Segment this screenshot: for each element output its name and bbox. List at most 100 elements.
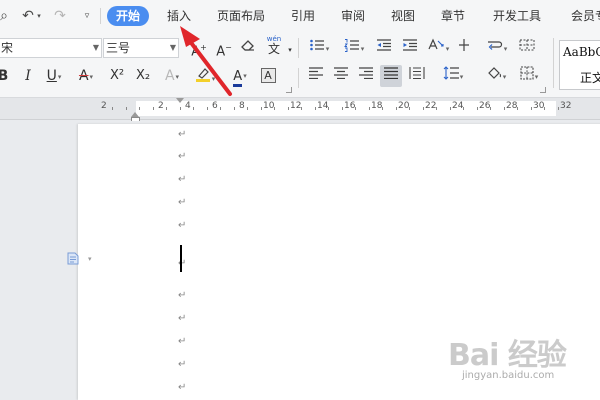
ruler-tick xyxy=(396,107,397,110)
bold-button[interactable]: B xyxy=(0,66,10,86)
line-break-button[interactable]: ▾ xyxy=(484,38,510,58)
subscript-button[interactable]: X₂ xyxy=(132,66,154,86)
tab-insert[interactable]: 插入 xyxy=(167,6,191,26)
grow-font-icon: A xyxy=(191,44,201,60)
ruler-tick xyxy=(477,107,478,110)
ruler-tick xyxy=(274,107,275,110)
grow-font-button[interactable]: A+ xyxy=(188,38,210,60)
horizontal-ruler[interactable]: 2 2 4 6 8 10 12 14 16 18 20 22 24 26 28 30 32 xyxy=(0,98,600,120)
ruler-label: 6 xyxy=(212,101,218,111)
paragraph-handle-icon[interactable] xyxy=(67,252,79,265)
numbered-list-button[interactable]: ▾ xyxy=(341,38,367,58)
decrease-indent-button[interactable] xyxy=(374,38,394,58)
italic-button[interactable]: I xyxy=(16,66,40,86)
ruler-label: 24 xyxy=(452,101,464,111)
redo-icon[interactable]: ↷ xyxy=(52,7,68,25)
underline-button[interactable]: U▾ xyxy=(40,66,68,86)
paragraph-mark: ↵ xyxy=(178,313,187,324)
ruler-tick xyxy=(531,107,532,110)
align-right-icon xyxy=(359,67,373,80)
ruler-label: 26 xyxy=(479,101,491,111)
paragraph-mark: ↵ xyxy=(178,382,187,393)
line-spacing-button[interactable]: ▾ xyxy=(438,66,468,86)
ruler-tick xyxy=(409,107,410,110)
tab-page-layout[interactable]: 页面布局 xyxy=(217,6,265,26)
justify-button[interactable] xyxy=(380,65,402,87)
shading-button[interactable]: ▾ xyxy=(482,66,510,86)
text-direction-button[interactable]: ▾ xyxy=(424,38,452,58)
ruler-tick xyxy=(261,107,262,110)
highlight-button[interactable]: ▾ xyxy=(190,66,220,86)
tab-references[interactable]: 引用 xyxy=(291,6,315,26)
ruler-tick xyxy=(207,107,208,110)
paragraph-mark: ↵ xyxy=(178,359,187,370)
chinese-layout-button[interactable] xyxy=(457,38,471,58)
separator xyxy=(298,38,299,58)
ruler-tick xyxy=(436,107,437,110)
increase-indent-button[interactable] xyxy=(400,38,420,58)
tab-member[interactable]: 会员专 xyxy=(571,6,600,26)
ruler-tick xyxy=(126,107,127,110)
ruler-tick xyxy=(153,107,154,110)
ruler-label: 30 xyxy=(533,101,545,111)
ruler-label: 20 xyxy=(398,101,410,111)
ruler-tick xyxy=(382,107,383,110)
indent-icon xyxy=(403,39,417,51)
bullet-list-button[interactable]: ▾ xyxy=(306,38,332,58)
char-shading-button[interactable]: A xyxy=(258,66,278,86)
chevron-down-icon[interactable]: ▿ xyxy=(80,7,94,25)
align-left-button[interactable] xyxy=(305,66,327,86)
font-color-icon: A xyxy=(233,69,243,87)
borders-button[interactable]: ▾ xyxy=(514,66,544,86)
paragraph-mark: ↵ xyxy=(178,174,187,185)
undo-dropdown-icon[interactable]: ▾ xyxy=(34,7,44,25)
separator xyxy=(553,38,554,88)
chevron-down-icon[interactable]: ▾ xyxy=(88,255,92,263)
text-effect-button[interactable]: A▾ xyxy=(158,66,186,86)
clear-format-button[interactable] xyxy=(238,38,258,58)
style-normal-card[interactable]: AaBbC 正文 xyxy=(559,40,600,90)
align-right-button[interactable] xyxy=(355,66,377,86)
font-dialog-launcher[interactable] xyxy=(286,87,292,93)
text-direction-icon xyxy=(428,38,444,50)
pinyin-guide-button[interactable]: wén 文 xyxy=(262,35,286,56)
first-line-indent-marker[interactable] xyxy=(176,98,184,103)
ribbon: 宋 ▼ 三号 ▼ A+ A− wén 文 ▾ ▾ ▾ ▾ ▾ B I U▾ A▾… xyxy=(0,32,600,98)
print-preview-icon[interactable]: ⌕ xyxy=(0,7,12,25)
tab-home[interactable]: 开始 xyxy=(107,6,150,26)
strikethrough-button[interactable]: A▾ xyxy=(72,66,100,86)
paragraph-mark: ↵ xyxy=(178,220,187,231)
ruler-tick xyxy=(517,107,518,110)
ruler-label: 32 xyxy=(560,101,572,111)
tab-review[interactable]: 审阅 xyxy=(341,6,365,26)
ruler-tick xyxy=(234,107,235,110)
ruler-label: 10 xyxy=(263,101,275,111)
font-family-select[interactable]: 宋 ▼ xyxy=(0,38,102,58)
chevron-down-icon[interactable]: ▾ xyxy=(286,40,294,60)
ruler-tick xyxy=(112,107,113,110)
shrink-font-button[interactable]: A− xyxy=(213,38,235,59)
borders-icon xyxy=(520,66,534,80)
chevron-down-icon: ▼ xyxy=(92,43,99,52)
tab-chapter[interactable]: 章节 xyxy=(441,6,465,26)
font-color-button[interactable]: A▾ xyxy=(225,66,255,87)
paragraph-dialog-launcher[interactable] xyxy=(540,87,546,93)
paragraph-mark: ↵ xyxy=(178,151,187,162)
paragraph-mark: ↵ xyxy=(178,197,187,208)
font-size-select[interactable]: 三号 ▼ xyxy=(103,38,179,58)
paragraph-mark: ↵ xyxy=(178,129,187,140)
table-grid-button[interactable] xyxy=(516,38,538,58)
ruler-label: 28 xyxy=(506,101,518,111)
underline-icon: U xyxy=(46,68,57,84)
chevron-down-icon: ▼ xyxy=(169,43,176,52)
tab-developer[interactable]: 开发工具 xyxy=(493,6,541,26)
char-shading-icon: A xyxy=(260,68,276,83)
numbered-list-icon xyxy=(343,39,359,52)
superscript-button[interactable]: X² xyxy=(106,66,128,86)
distributed-align-button[interactable] xyxy=(406,66,428,86)
table-icon xyxy=(519,39,535,51)
ruler-tick xyxy=(504,107,505,110)
align-center-button[interactable] xyxy=(330,66,352,86)
tab-view[interactable]: 视图 xyxy=(391,6,415,26)
ruler-tick xyxy=(450,107,451,110)
